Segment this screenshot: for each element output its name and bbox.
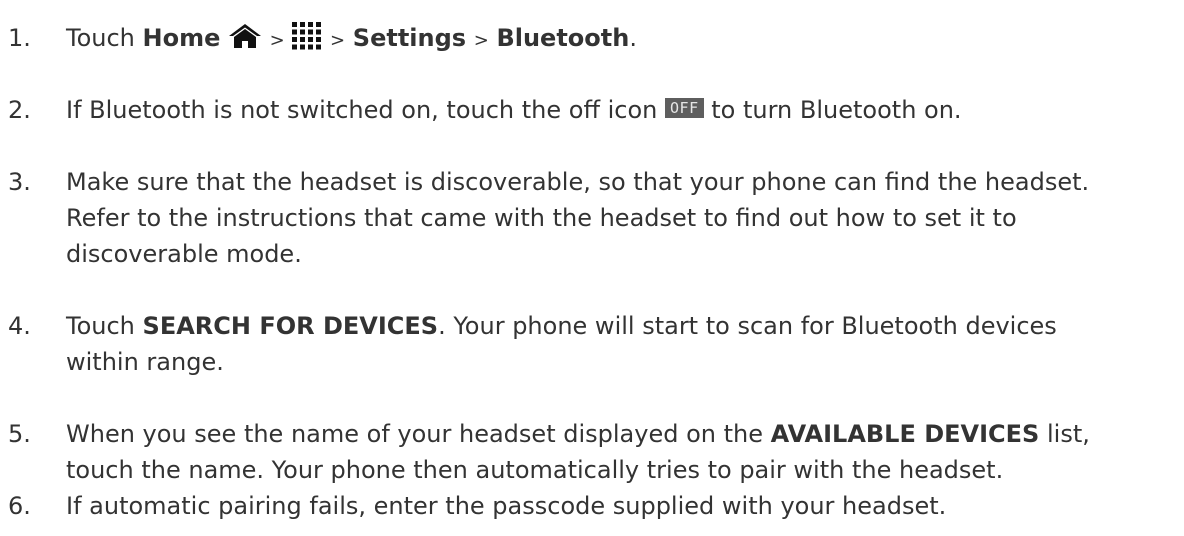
apps-grid-icon <box>292 22 322 50</box>
separator: > <box>330 30 346 51</box>
available-devices-label: AVAILABLE DEVICES <box>770 420 1040 448</box>
settings-label: Settings <box>352 24 467 52</box>
step-text: Touch Home > > Settings > Bluetooth. <box>66 20 1184 56</box>
step-number: 4. <box>8 312 31 340</box>
off-toggle-icon: OFF <box>665 98 704 118</box>
step-5-line-2: touch the name. Your phone then automati… <box>66 456 1004 484</box>
step-4-text: . Your phone will start to scan for Blue… <box>438 312 1057 340</box>
step-2-text-before: If Bluetooth is not switched on, touch t… <box>66 96 658 124</box>
step-5-text-after: list, <box>1046 420 1090 448</box>
step-5-text-before: When you see the name of your headset di… <box>66 420 763 448</box>
step-1-touch: Touch <box>66 24 135 52</box>
step-4-line-2: within range. <box>66 348 224 376</box>
search-for-devices-label: SEARCH FOR DEVICES <box>142 312 439 340</box>
bluetooth-label: Bluetooth <box>496 24 630 52</box>
step-3-line-1: Make sure that the headset is discoverab… <box>66 168 1090 196</box>
step-3-line-3: discoverable mode. <box>66 240 302 268</box>
step-text: When you see the name of your headset di… <box>66 416 1184 488</box>
step-text: Make sure that the headset is discoverab… <box>66 164 1184 272</box>
period: . <box>629 24 637 52</box>
step-number: 2. <box>8 96 31 124</box>
step-6-line-1: If automatic pairing fails, enter the pa… <box>66 492 947 520</box>
home-label: Home <box>142 24 221 52</box>
step-text: If Bluetooth is not switched on, touch t… <box>66 92 1184 128</box>
step-text: Touch SEARCH FOR DEVICES. Your phone wil… <box>66 308 1184 380</box>
home-icon <box>228 23 262 49</box>
step-2-text-after: to turn Bluetooth on. <box>711 96 962 124</box>
step-4-touch: Touch <box>66 312 135 340</box>
step-number: 3. <box>8 168 31 196</box>
step-number: 1. <box>8 24 31 52</box>
step-text: If automatic pairing fails, enter the pa… <box>66 488 1184 524</box>
separator: > <box>473 30 489 51</box>
step-number: 5. <box>8 420 31 448</box>
step-3-line-2: Refer to the instructions that came with… <box>66 204 1017 232</box>
step-number: 6. <box>8 492 31 520</box>
separator: > <box>269 30 285 51</box>
